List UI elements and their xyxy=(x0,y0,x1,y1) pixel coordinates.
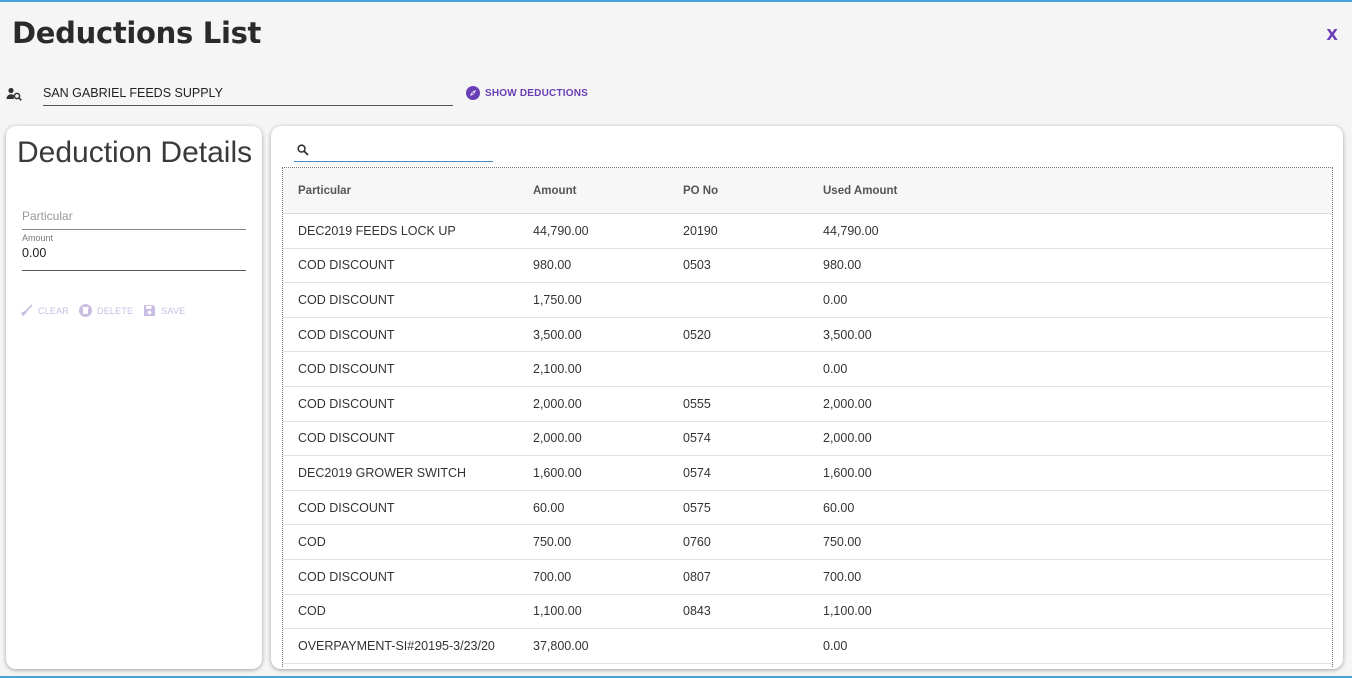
cell-amount: 1,600.00 xyxy=(533,465,582,480)
cell-used-amount: 0.00 xyxy=(823,292,848,307)
header-amount[interactable]: Amount xyxy=(533,185,683,197)
cell-particular: OVERPAYMENT-SI#20195-3/23/20 xyxy=(298,638,495,653)
save-button[interactable]: SAVE xyxy=(143,304,185,317)
cell-amount: 37,800.00 xyxy=(533,638,589,653)
cell-used-amount: 0.00 xyxy=(823,362,848,377)
deductions-table-panel: Particular Amount PO No Used Amount DEC2… xyxy=(271,126,1343,669)
cell-amount: 1,100.00 xyxy=(533,604,582,619)
delete-label: DELETE xyxy=(97,305,134,316)
cell-po-no: 0520 xyxy=(683,327,711,342)
compass-icon xyxy=(466,86,480,100)
cell-amount: 2,000.00 xyxy=(533,431,582,446)
cell-po-no: 20190 xyxy=(683,223,718,238)
cell-used-amount: 980.00 xyxy=(823,258,862,273)
table-row[interactable]: COD DISCOUNT 3,500.00 0520 3,500.00 xyxy=(283,318,1332,353)
table-row[interactable]: COD DISCOUNT 2,100.00 0.00 xyxy=(283,352,1332,387)
cell-po-no: 0574 xyxy=(683,465,711,480)
trash-icon xyxy=(79,304,93,317)
save-label: SAVE xyxy=(161,305,186,316)
page-title: Deductions List xyxy=(12,16,262,50)
table-row[interactable]: COD DISCOUNT 60.00 0575 60.00 xyxy=(283,491,1332,526)
header-po-no[interactable]: PO No xyxy=(683,185,823,197)
header-used-amount[interactable]: Used Amount xyxy=(823,185,1023,197)
details-title: Deduction Details xyxy=(17,136,253,169)
cell-po-no: 0843 xyxy=(683,604,711,619)
cell-particular: COD DISCOUNT xyxy=(298,569,395,584)
cell-used-amount: 0.00 xyxy=(823,638,848,653)
user-search-icon xyxy=(6,87,22,101)
table-row[interactable]: COD DISCOUNT 2,000.00 0555 2,000.00 xyxy=(283,387,1332,422)
grid-header: Particular Amount PO No Used Amount xyxy=(283,168,1332,214)
table-row[interactable]: COD 750.00 0760 750.00 xyxy=(283,525,1332,560)
cell-particular: COD DISCOUNT xyxy=(298,396,395,411)
cell-particular: COD DISCOUNT xyxy=(298,258,395,273)
customer-row: SHOW DEDUCTIONS xyxy=(6,82,606,106)
delete-button[interactable]: DELETE xyxy=(79,304,133,317)
cell-amount: 3,500.00 xyxy=(533,327,582,342)
cell-particular: DEC2019 FEEDS LOCK UP xyxy=(298,223,456,238)
cell-used-amount: 2,000.00 xyxy=(823,396,872,411)
cell-amount: 980.00 xyxy=(533,258,572,273)
deduction-details-panel: Deduction Details Amount CLEAR DELETE xyxy=(6,126,262,669)
cell-used-amount: 3,500.00 xyxy=(823,327,872,342)
header-particular[interactable]: Particular xyxy=(283,185,533,197)
cell-po-no: 0760 xyxy=(683,535,711,550)
cell-particular: COD DISCOUNT xyxy=(298,292,395,307)
cell-amount: 2,000.00 xyxy=(533,396,582,411)
cell-amount: 700.00 xyxy=(533,569,572,584)
grid-body: DEC2019 FEEDS LOCK UP 44,790.00 20190 44,79… xyxy=(283,214,1332,664)
cell-used-amount: 1,100.00 xyxy=(823,604,872,619)
cell-particular: COD DISCOUNT xyxy=(298,362,395,377)
table-row[interactable]: COD 1,100.00 0843 1,100.00 xyxy=(283,595,1332,630)
cell-particular: DEC2019 GROWER SWITCH xyxy=(298,465,467,480)
table-row[interactable]: DEC2019 FEEDS LOCK UP 44,790.00 20190 44,79… xyxy=(283,214,1332,249)
search-icon xyxy=(297,144,309,156)
particular-input[interactable] xyxy=(22,206,246,223)
table-row[interactable]: COD DISCOUNT 2,000.00 0574 2,000.00 xyxy=(283,422,1332,457)
cell-po-no: 0555 xyxy=(683,396,711,411)
table-search-input[interactable] xyxy=(316,142,486,156)
cell-used-amount: 1,600.00 xyxy=(823,465,872,480)
cell-particular: COD xyxy=(298,604,326,619)
cell-amount: 2,100.00 xyxy=(533,362,582,377)
table-row[interactable]: DEC2019 GROWER SWITCH 1,600.00 0574 1,600.0… xyxy=(283,456,1332,491)
cell-particular: COD xyxy=(298,535,326,550)
particular-field xyxy=(22,206,246,230)
cell-used-amount: 44,790.00 xyxy=(823,223,879,238)
show-deductions-button[interactable]: SHOW DEDUCTIONS xyxy=(466,86,588,100)
customer-input[interactable] xyxy=(43,82,453,106)
cell-particular: COD DISCOUNT xyxy=(298,431,395,446)
clear-button[interactable]: CLEAR xyxy=(20,304,69,317)
table-row[interactable]: OVERPAYMENT-SI#20195-3/23/20 37,800.00 0.0… xyxy=(283,629,1332,664)
cell-particular: COD DISCOUNT xyxy=(298,500,395,515)
details-actions: CLEAR DELETE SAVE xyxy=(20,304,185,317)
amount-input[interactable] xyxy=(22,246,246,260)
table-row[interactable]: COD DISCOUNT 700.00 0807 700.00 xyxy=(283,560,1332,595)
table-row[interactable]: COD DISCOUNT 980.00 0503 980.00 xyxy=(283,249,1332,284)
cell-used-amount: 60.00 xyxy=(823,500,855,515)
show-deductions-label: SHOW DEDUCTIONS xyxy=(485,87,588,99)
amount-field: Amount xyxy=(22,233,246,271)
cell-amount: 750.00 xyxy=(533,535,572,550)
cell-amount: 60.00 xyxy=(533,500,565,515)
cell-po-no: 0807 xyxy=(683,569,711,584)
clear-label: CLEAR xyxy=(38,305,70,316)
cell-amount: 44,790.00 xyxy=(533,223,589,238)
broom-icon xyxy=(21,304,33,317)
deductions-grid: Particular Amount PO No Used Amount DEC2… xyxy=(282,167,1333,667)
table-search xyxy=(294,140,493,162)
cell-po-no: 0575 xyxy=(683,500,711,515)
cell-amount: 1,750.00 xyxy=(533,292,582,307)
cell-used-amount: 750.00 xyxy=(823,535,862,550)
close-button[interactable]: X xyxy=(1326,26,1338,44)
cell-used-amount: 2,000.00 xyxy=(823,431,872,446)
cell-po-no: 0574 xyxy=(683,431,711,446)
cell-used-amount: 700.00 xyxy=(823,569,862,584)
cell-po-no: 0503 xyxy=(683,258,711,273)
table-row[interactable]: COD DISCOUNT 1,750.00 0.00 xyxy=(283,283,1332,318)
cell-particular: COD DISCOUNT xyxy=(298,327,395,342)
save-icon xyxy=(144,305,156,316)
amount-label: Amount xyxy=(22,233,54,243)
